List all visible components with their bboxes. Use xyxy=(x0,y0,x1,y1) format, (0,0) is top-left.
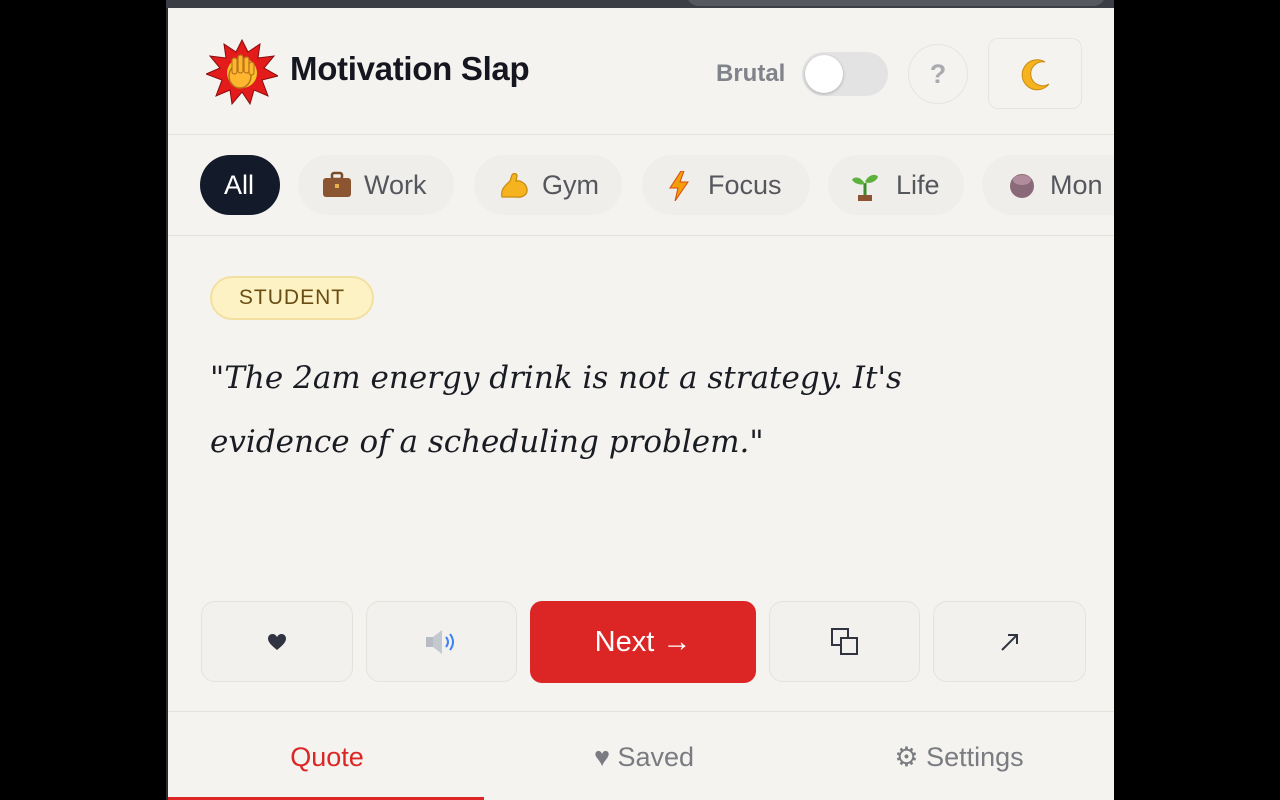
tab-settings[interactable]: ⚙ Settings xyxy=(802,712,1114,800)
next-quote-button[interactable]: Next → xyxy=(530,601,756,683)
category-bar: All Work Gym Focus Life Mon xyxy=(168,135,1114,236)
waving-hand-burst-icon xyxy=(204,38,280,106)
copy-button[interactable] xyxy=(769,601,920,682)
browser-tab-shape xyxy=(686,0,1106,6)
extension-popup: Motivation Slap Brutal ? All Work Gym Fo… xyxy=(166,8,1114,800)
lightning-icon xyxy=(669,171,689,201)
quote-text: "The 2am energy drink is not a strategy.… xyxy=(210,360,902,460)
quote-category-badge: STUDENT xyxy=(210,276,374,320)
chip-focus[interactable]: Focus xyxy=(642,155,810,215)
seedling-icon xyxy=(852,174,878,201)
chip-label: Focus xyxy=(708,170,782,200)
chip-all[interactable]: All xyxy=(200,155,280,215)
chip-label: All xyxy=(224,170,255,200)
tab-saved[interactable]: ♥ Saved xyxy=(486,712,802,800)
help-button[interactable]: ? xyxy=(908,44,968,104)
chip-work[interactable]: Work xyxy=(298,155,454,215)
brutal-toggle[interactable] xyxy=(802,52,888,96)
brutal-label: Brutal xyxy=(716,60,786,87)
chip-life[interactable]: Life xyxy=(828,155,964,215)
bottom-nav: Quote ♥ Saved ⚙ Settings xyxy=(168,711,1114,800)
money-icon xyxy=(1010,174,1034,198)
favorite-button[interactable] xyxy=(201,601,353,682)
app-header: Motivation Slap Brutal ? xyxy=(168,8,1114,135)
share-arrow-icon xyxy=(1000,633,1018,651)
chip-gym[interactable]: Gym xyxy=(474,155,622,215)
chip-label: Work xyxy=(364,170,427,200)
chip-label: Life xyxy=(896,170,940,200)
heart-icon xyxy=(268,633,286,650)
speak-button[interactable] xyxy=(366,601,517,682)
chip-label: Gym xyxy=(542,170,599,200)
app-title: Motivation Slap xyxy=(290,50,530,87)
tab-quote[interactable]: Quote xyxy=(168,712,486,800)
briefcase-icon xyxy=(323,171,351,197)
chip-label: Mon xyxy=(1050,170,1103,200)
toggle-knob[interactable] xyxy=(805,55,843,93)
crescent-moon-icon xyxy=(1021,59,1050,91)
speaker-icon xyxy=(425,629,454,654)
flexed-biceps-icon xyxy=(501,173,528,198)
copy-icon xyxy=(830,627,858,655)
share-button[interactable] xyxy=(933,601,1086,682)
chip-mon[interactable]: Mon xyxy=(982,155,1114,215)
theme-toggle-button[interactable] xyxy=(988,38,1082,109)
